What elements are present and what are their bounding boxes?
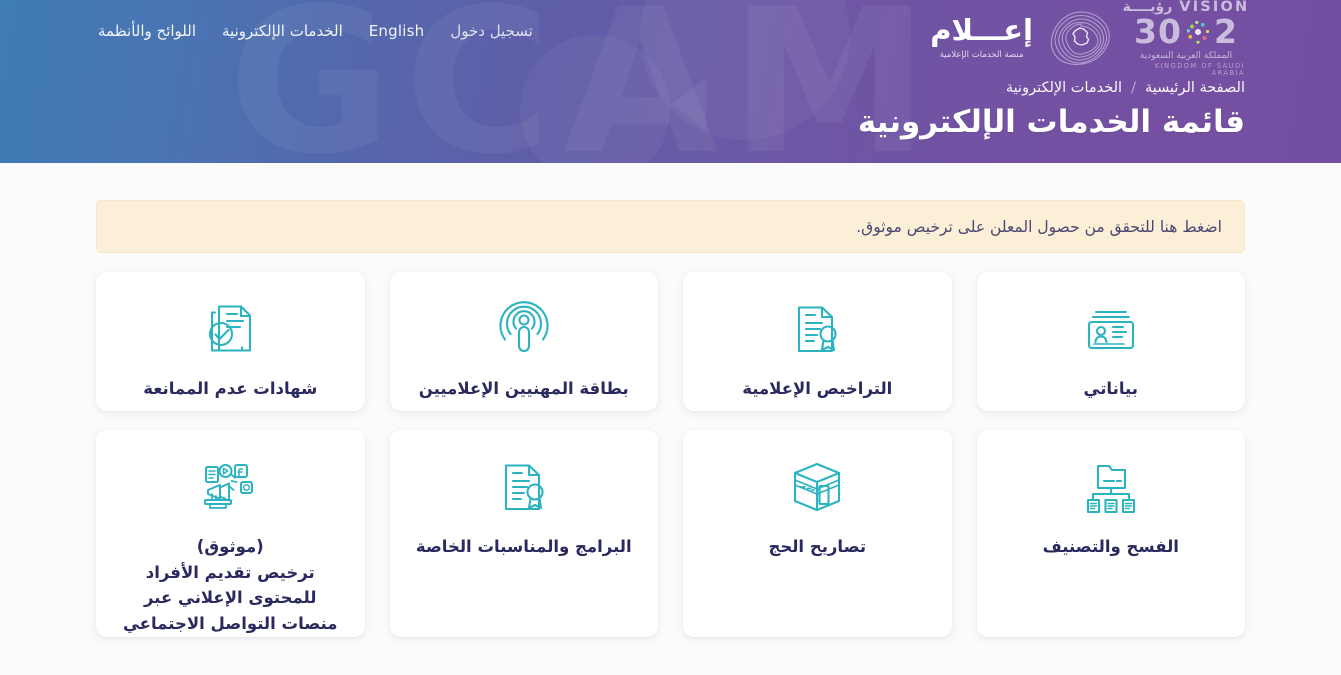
fingerprint-saudi-map-icon bbox=[1050, 11, 1110, 66]
nav-item-english[interactable]: English bbox=[369, 22, 425, 40]
vision-kingdom-en: KINGDOM OF SAUDI ARABIA bbox=[1154, 62, 1245, 77]
service-card-title: التراخيص الإعلامية bbox=[742, 379, 893, 398]
breadcrumb-separator: / bbox=[1131, 80, 1136, 96]
service-card-no-objection-certificates[interactable]: شهادات عدم الممانعة bbox=[96, 272, 365, 411]
vision-num-right: 30 bbox=[1134, 12, 1182, 52]
service-card-clearance-classification[interactable]: الفسح والتصنيف bbox=[976, 430, 1245, 637]
logo-cluster: VISION رؤيــــة 2 30 المملكة العربية الس… bbox=[930, 0, 1247, 76]
service-card-mawthooq-individual-ad-license[interactable]: (موثوق) ترخيص تقديم الأفراد للمحتوى الإع… bbox=[96, 430, 365, 637]
site-header: GCAM اللوائح والأنظمة الخدمات الإلكتروني… bbox=[0, 0, 1341, 163]
nav-item-eservices[interactable]: الخدمات الإلكترونية bbox=[222, 22, 343, 40]
breadcrumb-current: الخدمات الإلكترونية bbox=[1005, 80, 1123, 96]
top-navigation: اللوائح والأنظمة الخدمات الإلكترونية Eng… bbox=[98, 22, 533, 40]
service-card-media-professionals-card[interactable]: بطاقة المهنيين الإعلاميين bbox=[389, 272, 658, 411]
social-ads-megaphone-icon bbox=[201, 456, 259, 518]
vision-number: 2 30 bbox=[1134, 15, 1238, 48]
nav-item-regulations[interactable]: اللوائح والأنظمة bbox=[98, 22, 196, 40]
service-card-programs-special-events[interactable]: البرامج والمناسبات الخاصة bbox=[389, 430, 658, 637]
service-card-title: (موثوق) ترخيص تقديم الأفراد للمحتوى الإع… bbox=[122, 537, 338, 633]
id-card-icon bbox=[1084, 298, 1138, 360]
breadcrumb: الصفحة الرئيسية / الخدمات الإلكترونية bbox=[1006, 80, 1245, 96]
vision-2030-logo: VISION رؤيــــة 2 30 المملكة العربية الس… bbox=[1123, 0, 1248, 77]
ilam-brand-logo: إعـــلام منصة الخدمات الإعلامية bbox=[930, 13, 1035, 61]
main-content: اضغط هنا للتحقق من حصول المعلن على ترخيص… bbox=[0, 200, 1341, 637]
service-card-title: الفسح والتصنيف bbox=[1042, 537, 1179, 556]
page-title: قائمة الخدمات الإلكترونية bbox=[857, 104, 1245, 140]
service-card-title: بطاقة المهنيين الإعلاميين bbox=[418, 379, 629, 398]
services-grid-row-1: بياناتي التراخيص الإعلامية بطاقة المهنيي… bbox=[96, 272, 1245, 411]
service-card-title: البرامج والمناسبات الخاصة bbox=[415, 537, 632, 556]
service-card-my-data[interactable]: بياناتي bbox=[976, 272, 1245, 411]
kaaba-icon bbox=[788, 456, 846, 518]
vision-kingdom-ar: المملكة العربية السعودية bbox=[1139, 51, 1233, 62]
watermark-play-icon bbox=[672, 78, 706, 130]
breadcrumb-home[interactable]: الصفحة الرئيسية bbox=[1145, 80, 1245, 96]
service-card-hajj-permits[interactable]: تصاريح الحج bbox=[683, 430, 952, 637]
brand-name: إعـــلام bbox=[930, 13, 1033, 47]
vision-num-left: 2 bbox=[1213, 12, 1238, 52]
notice-text: اضغط هنا للتحقق من حصول المعلن على ترخيص… bbox=[856, 217, 1222, 236]
watermark-circle-2 bbox=[640, 0, 850, 140]
service-card-title: شهادات عدم الممانعة bbox=[143, 379, 318, 398]
service-card-title: تصاريح الحج bbox=[768, 537, 867, 556]
verification-notice-banner[interactable]: اضغط هنا للتحقق من حصول المعلن على ترخيص… bbox=[96, 200, 1245, 253]
vision-emblem-icon bbox=[1182, 16, 1213, 47]
certificate-document-icon bbox=[499, 456, 549, 518]
services-grid-row-2: الفسح والتصنيف تصاريح الحج البرامج والمن… bbox=[96, 430, 1245, 637]
document-check-icon bbox=[203, 298, 257, 360]
certificate-document-icon bbox=[792, 298, 842, 360]
folder-hierarchy-icon bbox=[1084, 456, 1138, 518]
service-card-media-licenses[interactable]: التراخيص الإعلامية bbox=[683, 272, 952, 411]
microphone-broadcast-icon bbox=[498, 298, 550, 360]
brand-subtitle: منصة الخدمات الإعلامية bbox=[939, 50, 1024, 60]
service-card-title: بياناتي bbox=[1083, 379, 1138, 398]
nav-item-login[interactable]: تسجيل دخول bbox=[450, 22, 533, 40]
watermark-circle-1 bbox=[520, 35, 670, 163]
